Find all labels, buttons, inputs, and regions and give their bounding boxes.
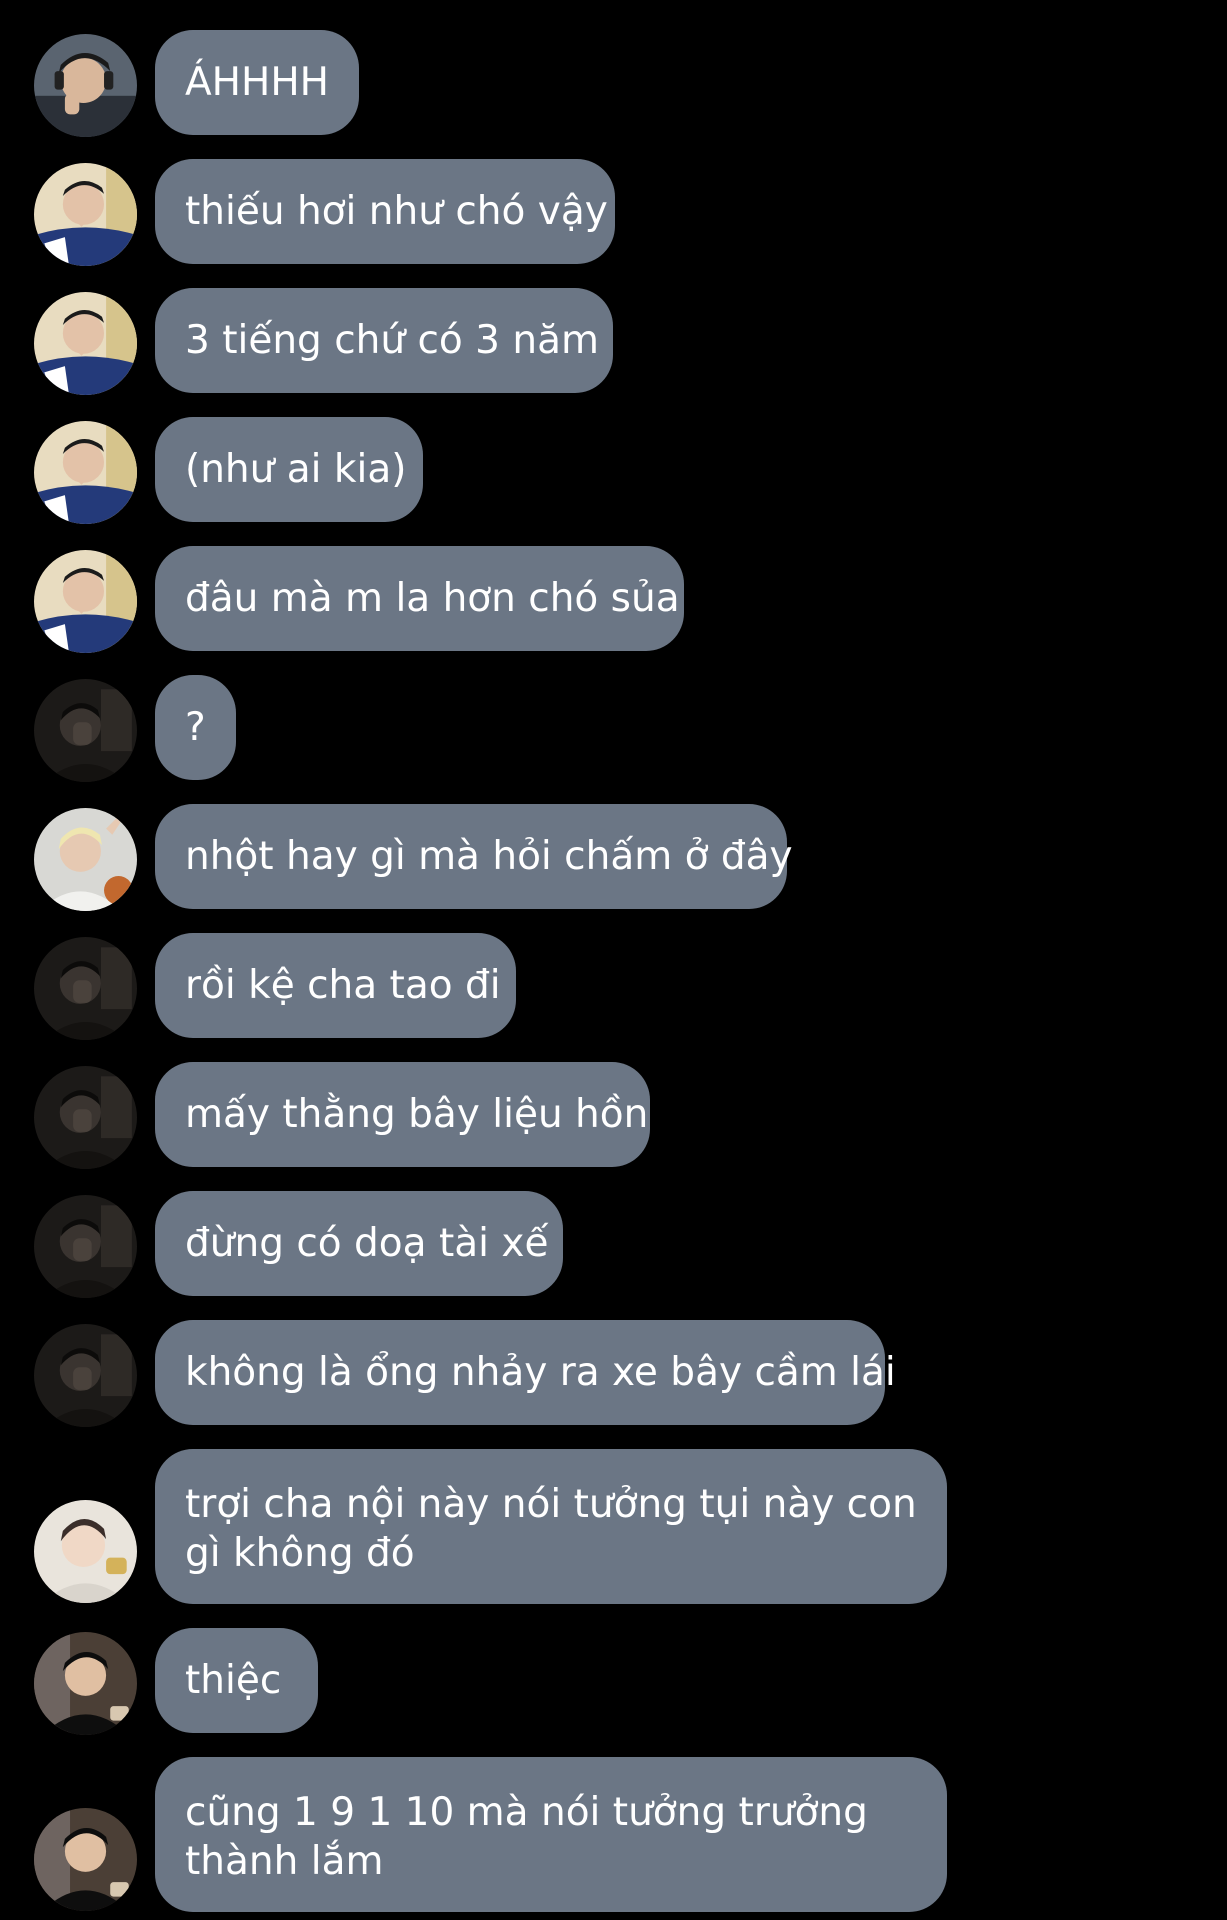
avatar-blond-basketball[interactable] xyxy=(34,808,137,911)
avatar-boy-black-shirt[interactable] xyxy=(34,1632,137,1735)
message-text: (như ai kia) xyxy=(185,447,407,492)
message-text: mấy thằng bây liệu hồn xyxy=(185,1092,649,1137)
message-bubble[interactable]: ? xyxy=(155,675,236,780)
message-bubble[interactable]: mấy thằng bây liệu hồn xyxy=(155,1062,650,1167)
message-text: cũng 1 9 1 10 mà nói tưởng trưởng thành … xyxy=(185,1790,868,1884)
avatar-dark-hand[interactable] xyxy=(34,937,137,1040)
message-text: thiếu hơi như chó vậy xyxy=(185,189,608,234)
message-text: đâu mà m la hơn chó sủa xyxy=(185,576,680,621)
avatar-boy-varsity[interactable] xyxy=(34,292,137,395)
avatar-dark-hand[interactable] xyxy=(34,1195,137,1298)
avatar-boy-varsity[interactable] xyxy=(34,550,137,653)
avatar-boy-varsity[interactable] xyxy=(34,163,137,266)
message-bubble[interactable]: rồi kệ cha tao đi xyxy=(155,933,516,1038)
message-text: rồi kệ cha tao đi xyxy=(185,963,501,1008)
avatar-dark-hand[interactable] xyxy=(34,1324,137,1427)
message-text: ÁHHHH xyxy=(185,60,329,105)
message-bubble[interactable]: thiếu hơi như chó vậy xyxy=(155,159,615,264)
message-bubble[interactable]: nhột hay gì mà hỏi chấm ở đây xyxy=(155,804,793,909)
avatar-dark-hand[interactable] xyxy=(34,679,137,782)
avatar-boy-black-shirt[interactable] xyxy=(34,1808,137,1911)
message-text: thiệc xyxy=(185,1658,282,1703)
message-text: không là ổng nhảy ra xe bây cầm lái xyxy=(185,1350,896,1395)
message-bubble[interactable]: 3 tiếng chứ có 3 năm xyxy=(155,288,613,393)
avatar-light-boy[interactable] xyxy=(34,1500,137,1603)
avatar-boy-varsity[interactable] xyxy=(34,421,137,524)
message-text: ? xyxy=(185,705,206,750)
message-bubble[interactable]: đừng có doạ tài xế xyxy=(155,1191,563,1296)
message-bubble[interactable]: cũng 1 9 1 10 mà nói tưởng trưởng thành … xyxy=(155,1757,947,1912)
message-text: 3 tiếng chứ có 3 năm xyxy=(185,318,599,363)
avatar-dark-hand[interactable] xyxy=(34,1066,137,1169)
message-bubble[interactable]: (như ai kia) xyxy=(155,417,423,522)
message-bubble[interactable]: không là ổng nhảy ra xe bây cầm lái xyxy=(155,1320,896,1425)
message-bubble[interactable]: đâu mà m la hơn chó sủa xyxy=(155,546,684,651)
message-bubble[interactable]: thiệc xyxy=(155,1628,318,1733)
message-text: trợi cha nội này nói tưởng tụi này con g… xyxy=(185,1482,917,1576)
avatar-boy-headphones[interactable] xyxy=(34,34,137,137)
message-text: nhột hay gì mà hỏi chấm ở đây xyxy=(185,834,793,879)
message-text: đừng có doạ tài xế xyxy=(185,1221,549,1266)
message-bubble[interactable]: ÁHHHH xyxy=(155,30,359,135)
message-bubble[interactable]: trợi cha nội này nói tưởng tụi này con g… xyxy=(155,1449,947,1604)
